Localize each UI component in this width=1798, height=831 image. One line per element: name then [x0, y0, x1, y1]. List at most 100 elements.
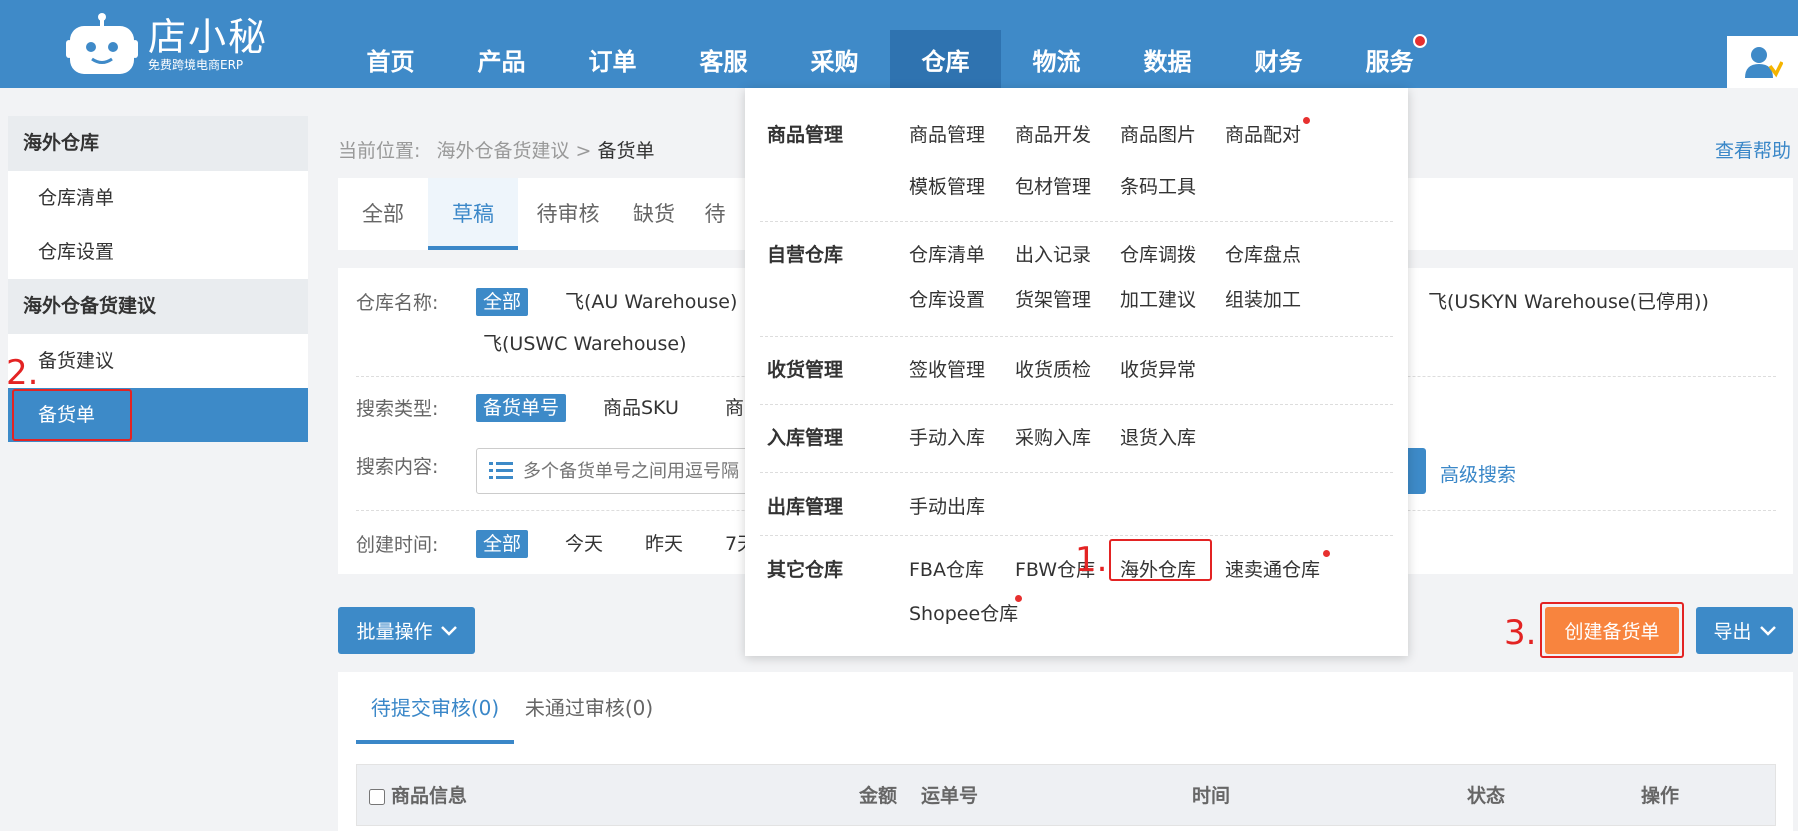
batch-operation-button[interactable]: 批量操作	[338, 607, 475, 654]
select-all-checkbox[interactable]	[369, 788, 385, 805]
menu-item-fba-warehouse[interactable]: FBA仓库	[909, 555, 984, 582]
menu-separator	[760, 221, 1393, 222]
menu-item-processing-suggestion[interactable]: 加工建议	[1120, 285, 1196, 312]
sidebar-item-stocking-order[interactable]: 备货单	[8, 388, 308, 442]
nav-finance[interactable]: 财务	[1223, 30, 1334, 88]
warehouse-chip-uswc[interactable]: 飞(USWC Warehouse)	[476, 330, 693, 358]
menu-item-overseas-warehouse[interactable]: 海外仓库	[1120, 555, 1196, 582]
tab-all[interactable]: 全部	[338, 178, 428, 250]
menu-item-receiving-exceptions[interactable]: 收货异常	[1120, 355, 1196, 382]
menu-item-transfer[interactable]: 仓库调拨	[1120, 240, 1196, 267]
robot-logo-icon	[66, 13, 138, 74]
menu-item-shelf-mgmt[interactable]: 货架管理	[1015, 285, 1091, 312]
menu-item-aliexpress-warehouse[interactable]: 速卖通仓库	[1225, 555, 1320, 582]
nav-products[interactable]: 产品	[446, 30, 557, 88]
nav-warehouse[interactable]: 仓库	[890, 30, 1001, 88]
nav-logistics[interactable]: 物流	[1001, 30, 1112, 88]
nav-services[interactable]: 服务	[1334, 30, 1445, 88]
help-link[interactable]: 查看帮助	[1715, 136, 1791, 163]
warehouse-chip-all[interactable]: 全部	[476, 288, 529, 316]
nav-home[interactable]: 首页	[335, 30, 446, 88]
menu-item-sign-in[interactable]: 签收管理	[909, 355, 985, 382]
menu-item-return-inbound[interactable]: 退货入库	[1120, 423, 1196, 450]
tab-partial[interactable]: 待	[690, 178, 740, 250]
menu-item-product-mgmt[interactable]: 商品管理	[909, 120, 985, 147]
time-chip-today[interactable]: 今天	[558, 530, 610, 558]
menu-item-manual-outbound[interactable]: 手动出库	[909, 492, 985, 519]
menu-item-packaging[interactable]: 包材管理	[1015, 172, 1091, 199]
warehouse-filter-label: 仓库名称:	[356, 292, 439, 314]
menu-category-other-warehouses: 其它仓库	[767, 559, 844, 581]
nav-data[interactable]: 数据	[1112, 30, 1223, 88]
sidebar-item-warehouse-list[interactable]: 仓库清单	[8, 171, 308, 225]
search-type-label: 搜索类型:	[356, 398, 439, 420]
menu-separator	[760, 472, 1393, 473]
advanced-search-link[interactable]: 高级搜索	[1440, 460, 1516, 487]
search-input[interactable]	[523, 460, 743, 482]
nav-orders[interactable]: 订单	[557, 30, 668, 88]
annotation-step2: 2.	[6, 353, 39, 393]
search-type-sku[interactable]: 商品SKU	[596, 394, 686, 422]
menu-item-product-images[interactable]: 商品图片	[1120, 120, 1196, 147]
export-button[interactable]: 导出	[1696, 607, 1793, 654]
annotation-step1: 1.	[1075, 540, 1108, 580]
search-content-label: 搜索内容:	[356, 456, 439, 478]
tab-rejected[interactable]: 未通过审核(0)	[514, 672, 664, 744]
menu-item-shopee-warehouse[interactable]: Shopee仓库	[909, 599, 1018, 626]
menu-item-product-dev[interactable]: 商品开发	[1015, 120, 1091, 147]
menu-item-assembly[interactable]: 组装加工	[1225, 285, 1301, 312]
menu-item-qc[interactable]: 收货质检	[1015, 355, 1091, 382]
column-amount: 金额	[859, 785, 898, 807]
tab-draft[interactable]: 草稿	[428, 178, 518, 250]
menu-separator	[760, 336, 1393, 337]
notification-dot	[1413, 34, 1427, 48]
column-time: 时间	[1192, 785, 1231, 807]
highlight-box-step2	[12, 389, 132, 441]
sidebar-item-stocking-suggestion[interactable]: 备货建议	[8, 334, 308, 388]
menu-item-warehouse-settings[interactable]: 仓库设置	[909, 285, 985, 312]
nav-customer-service[interactable]: 客服	[668, 30, 779, 88]
warehouse-chip-uskyn[interactable]: 飞(USKYN Warehouse(已停用))	[1421, 288, 1716, 316]
column-product-info: 商品信息	[369, 765, 467, 827]
logo[interactable]: 店小秘 免费跨境电商ERP	[66, 10, 268, 78]
menu-item-manual-inbound[interactable]: 手动入库	[909, 423, 985, 450]
menu-item-warehouse-list[interactable]: 仓库清单	[909, 240, 985, 267]
menu-category-outbound: 出库管理	[767, 496, 844, 518]
column-product-info-label: 商品信息	[391, 785, 468, 807]
warehouse-dropdown-menu: 商品管理 商品管理 商品开发 商品图片 商品配对 模板管理 包材管理 条码工具 …	[745, 88, 1408, 656]
column-status: 状态	[1467, 785, 1506, 807]
breadcrumb-separator: >	[575, 140, 592, 162]
menu-item-templates[interactable]: 模板管理	[909, 172, 985, 199]
menu-category-own-warehouse: 自营仓库	[767, 244, 844, 266]
menu-separator	[760, 535, 1393, 536]
tab-pending-review[interactable]: 待审核	[518, 178, 618, 250]
sidebar-item-warehouse-settings[interactable]: 仓库设置	[8, 225, 308, 279]
menu-item-purchase-inbound[interactable]: 采购入库	[1015, 423, 1091, 450]
time-chip-yesterday[interactable]: 昨天	[638, 530, 690, 558]
time-chip-all[interactable]: 全部	[476, 530, 529, 558]
menu-item-in-out-records[interactable]: 出入记录	[1015, 240, 1091, 267]
tab-out-of-stock[interactable]: 缺货	[618, 178, 690, 250]
menu-category-receiving: 收货管理	[767, 359, 844, 381]
menu-item-product-matching[interactable]: 商品配对	[1225, 120, 1301, 147]
chevron-down-icon	[1759, 625, 1776, 636]
search-type-order-no[interactable]: 备货单号	[476, 394, 567, 422]
sidebar-group-stocking-suggestion: 海外仓备货建议	[8, 279, 308, 334]
new-dot	[1015, 595, 1022, 602]
menu-item-stocktake[interactable]: 仓库盘点	[1225, 240, 1301, 267]
breadcrumb-label: 当前位置:	[338, 140, 421, 162]
list-panel: 待提交审核(0) 未通过审核(0) 商品信息 金额 运单号 时间 状态 操作	[338, 672, 1793, 831]
new-dot	[1303, 117, 1310, 124]
search-box	[476, 448, 756, 494]
logo-name: 店小秘	[148, 15, 269, 59]
nav-purchasing[interactable]: 采购	[779, 30, 890, 88]
tab-pending-submit[interactable]: 待提交审核(0)	[356, 672, 514, 744]
menu-item-barcode-tool[interactable]: 条码工具	[1120, 172, 1196, 199]
create-stocking-order-button[interactable]: 创建备货单	[1545, 607, 1679, 654]
logo-tagline: 免费跨境电商ERP	[148, 58, 244, 72]
warehouse-chip-au[interactable]: 飞(AU Warehouse)	[558, 288, 744, 316]
user-menu[interactable]	[1727, 36, 1798, 88]
menu-separator	[760, 404, 1393, 405]
breadcrumb-parent[interactable]: 海外仓备货建议	[436, 140, 569, 162]
column-tracking-no: 运单号	[921, 785, 979, 807]
